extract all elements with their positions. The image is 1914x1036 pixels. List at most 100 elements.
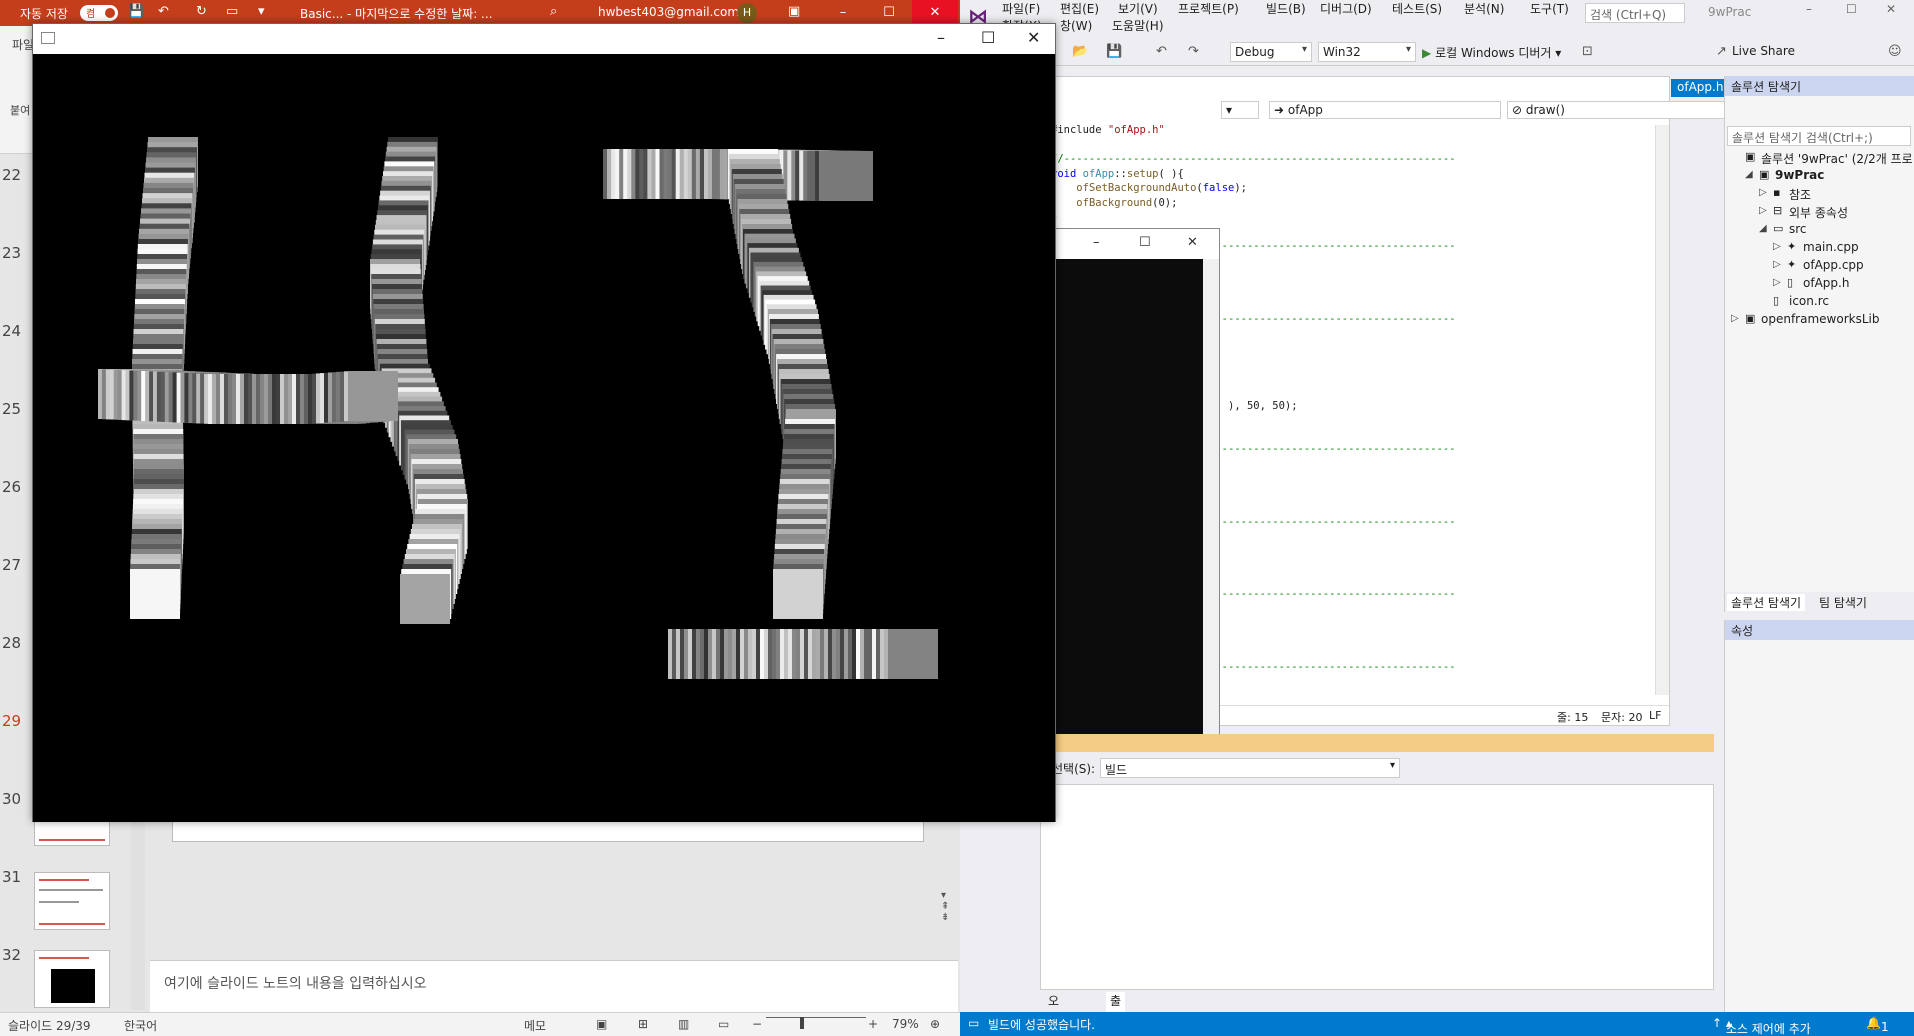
thumbnail-scrollbar[interactable] xyxy=(131,820,145,1010)
slide-thumbnail[interactable] xyxy=(34,950,110,1008)
tree-item[interactable]: icon.rc xyxy=(1789,294,1829,308)
live-share-icon[interactable]: ↗ xyxy=(1716,44,1727,59)
language-indicator[interactable]: 한국어 xyxy=(124,1017,157,1034)
save-icon[interactable]: 💾 xyxy=(128,4,144,19)
maximize-icon[interactable]: ☐ xyxy=(1139,235,1151,250)
source-control-button[interactable]: ↑ 소스 제어에 추가 ▴ xyxy=(1712,1016,1811,1036)
slide-number: 25 xyxy=(2,400,22,418)
customize-icon[interactable]: ▾ xyxy=(258,4,265,19)
tree-expand-icon[interactable]: ◢ xyxy=(1759,223,1767,234)
save-icon[interactable]: 💾 xyxy=(1106,44,1122,59)
tree-item[interactable]: 솔루션 '9wPrac' (2/2개 프로 xyxy=(1761,150,1913,167)
platform-select[interactable]: Win32 xyxy=(1318,42,1416,62)
close-icon[interactable]: ✕ xyxy=(1027,28,1040,47)
tree-item[interactable]: ofApp.cpp xyxy=(1803,258,1864,272)
menu-test[interactable]: 테스트(S) xyxy=(1392,0,1442,17)
zoom-level[interactable]: 79% xyxy=(892,1017,919,1031)
tree-expand-icon[interactable]: ▷ xyxy=(1773,241,1781,252)
slide-thumbnail[interactable] xyxy=(34,872,110,930)
tree-item[interactable]: 참조 xyxy=(1789,186,1811,203)
menu-view[interactable]: 보기(V) xyxy=(1118,0,1158,17)
line-ending[interactable]: LF xyxy=(1649,709,1661,722)
slide-scrollbar[interactable]: ▾ ⇞ ⇟ xyxy=(941,890,957,950)
tree-expand-icon[interactable]: ▷ xyxy=(1773,277,1781,288)
tree-item[interactable]: openframeworksLib xyxy=(1761,312,1879,326)
menu-help[interactable]: 도움말(H) xyxy=(1112,17,1164,34)
vs-search-input[interactable]: 검색 (Ctrl+Q) xyxy=(1585,3,1685,23)
tab-solution-explorer[interactable]: 솔루션 탐색기 xyxy=(1727,594,1806,611)
zoom-slider[interactable] xyxy=(766,1017,866,1018)
avatar[interactable]: H xyxy=(737,3,757,23)
editor-scrollbar[interactable] xyxy=(1655,125,1669,695)
maximize-icon[interactable]: ☐ xyxy=(1846,2,1857,16)
output-text[interactable] xyxy=(1040,784,1714,990)
tree-item[interactable]: 외부 종속성 xyxy=(1789,204,1848,221)
tree-expand-icon[interactable]: ◢ xyxy=(1745,169,1753,180)
tree-expand-icon[interactable]: ▷ xyxy=(1731,313,1739,324)
notes-pane[interactable]: 여기에 슬라이드 노트의 내용을 입력하십시오 xyxy=(150,960,958,1012)
autosave-toggle[interactable]: 켬 xyxy=(80,5,118,21)
minimize-icon[interactable]: – xyxy=(1806,2,1812,16)
live-share-button[interactable]: Live Share xyxy=(1732,44,1795,58)
minimize-icon[interactable]: – xyxy=(1093,235,1100,250)
menu-window[interactable]: 창(W) xyxy=(1060,17,1092,34)
menu-edit[interactable]: 편집(E) xyxy=(1060,0,1099,17)
zoom-in-icon[interactable]: + xyxy=(868,1017,878,1031)
menu-build[interactable]: 빌드(B) xyxy=(1266,0,1306,17)
console-scrollbar[interactable] xyxy=(1203,259,1219,741)
tree-item-icon: ✦ xyxy=(1787,240,1797,253)
undo-icon[interactable]: ↶ xyxy=(158,4,169,19)
tree-item[interactable]: main.cpp xyxy=(1803,240,1859,254)
menu-file[interactable]: 파일(F) xyxy=(1002,0,1040,17)
tree-expand-icon[interactable]: ▷ xyxy=(1759,187,1767,198)
tree-item[interactable]: ofApp.h xyxy=(1803,276,1849,290)
tree-item[interactable]: 9wPrac xyxy=(1775,168,1824,182)
run-debugger-button[interactable]: ▶ 로컬 Windows 디버거 ▾ xyxy=(1422,44,1561,61)
search-icon[interactable]: ⌕ xyxy=(550,4,557,19)
nav-member-label: draw() xyxy=(1525,103,1565,117)
nav-scope-select[interactable]: ▾ xyxy=(1221,101,1259,119)
paste-button[interactable]: 붙여 xyxy=(10,102,30,118)
feedback-icon[interactable]: ☺ xyxy=(1888,44,1902,59)
close-icon[interactable]: ✕ xyxy=(1187,235,1198,250)
undo-icon[interactable]: ↶ xyxy=(1156,44,1167,59)
menu-project[interactable]: 프로젝트(P) xyxy=(1178,0,1239,17)
redo-icon[interactable]: ↷ xyxy=(1188,44,1199,59)
present-icon[interactable]: ▭ xyxy=(226,4,238,19)
line-number: 줄: 15 xyxy=(1557,711,1589,724)
panel-title: 속성 xyxy=(1731,624,1754,638)
normal-view-icon[interactable]: ▣ xyxy=(596,1017,607,1031)
output-source-select[interactable]: 빌드 xyxy=(1100,758,1400,778)
config-select[interactable]: Debug xyxy=(1230,42,1312,62)
notes-button[interactable]: 메모 xyxy=(524,1017,546,1034)
tree-item[interactable]: src xyxy=(1789,222,1807,236)
nav-member-select[interactable]: ⊘ draw() xyxy=(1507,101,1735,119)
solution-search-input[interactable]: 솔루션 탐색기 검색(Ctrl+;) xyxy=(1727,126,1911,146)
nav-class-select[interactable]: ➜ ofApp xyxy=(1269,101,1501,119)
ribbon-display-icon[interactable]: ▣ xyxy=(788,4,800,19)
notification-icon[interactable]: 🔔 1 xyxy=(1866,1016,1889,1034)
zoom-slider-thumb[interactable] xyxy=(800,1017,804,1029)
slide-number: 31 xyxy=(2,868,22,886)
slide-text-box[interactable] xyxy=(172,820,924,842)
close-icon[interactable]: ✕ xyxy=(1886,2,1896,16)
maximize-icon[interactable]: ☐ xyxy=(981,28,995,47)
camera-icon[interactable]: ⊡ xyxy=(1582,44,1593,59)
slideshow-icon[interactable]: ▭ xyxy=(718,1017,729,1031)
tab-file[interactable]: 파일 xyxy=(12,36,34,53)
tab-team-explorer[interactable]: 팀 탐색기 xyxy=(1815,594,1871,611)
menu-debug[interactable]: 디버그(D) xyxy=(1320,0,1372,17)
fit-slide-icon[interactable]: ⊕ xyxy=(930,1017,940,1031)
autosave-state: 켬 xyxy=(86,9,96,20)
tree-expand-icon[interactable]: ▷ xyxy=(1773,259,1781,270)
open-icon[interactable]: 📂 xyxy=(1072,44,1088,59)
slide-sorter-icon[interactable]: ⊞ xyxy=(638,1017,648,1031)
of-canvas[interactable] xyxy=(33,54,1055,822)
tree-expand-icon[interactable]: ▷ xyxy=(1759,205,1767,216)
menu-analyze[interactable]: 분석(N) xyxy=(1464,0,1504,17)
redo-icon[interactable]: ↻ xyxy=(196,4,207,19)
zoom-out-icon[interactable]: − xyxy=(752,1017,762,1031)
minimize-icon[interactable]: – xyxy=(937,28,945,47)
menu-tools[interactable]: 도구(T) xyxy=(1530,0,1569,17)
reading-view-icon[interactable]: ▥ xyxy=(678,1017,689,1031)
